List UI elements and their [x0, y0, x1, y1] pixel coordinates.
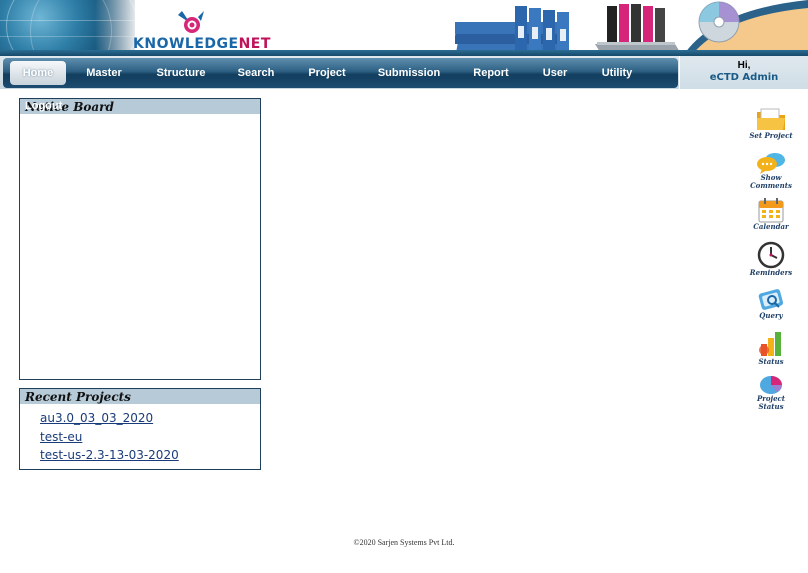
cd-graphic	[683, 0, 808, 56]
recent-projects-panel: Recent Projects au3.0_03_03_2020 test-eu…	[19, 388, 261, 470]
notice-board-panel: Notice Board Logout	[19, 98, 261, 380]
set-project-button[interactable]: Set Project	[748, 106, 794, 140]
header-banner: KNOWLEDGENET	[0, 0, 808, 56]
clock-icon	[757, 241, 785, 269]
nav-utility[interactable]: Utility	[592, 58, 642, 88]
main-navigation: Home Master Structure Search Project Sub…	[0, 56, 679, 89]
recent-projects-title: Recent Projects	[25, 390, 131, 404]
greeting-text: Hi,	[737, 60, 751, 71]
project-status-button[interactable]: Project Status	[748, 373, 794, 411]
user-name: eCTD Admin	[709, 72, 779, 83]
calendar-button[interactable]: Calendar	[748, 197, 794, 231]
folder-icon	[757, 108, 785, 130]
knowledgenet-logo-icon	[178, 11, 204, 33]
footer-copyright: ©2020 Sarjen Systems Pvt Ltd.	[353, 538, 455, 547]
recent-project-link[interactable]: au3.0_03_03_2020	[40, 411, 153, 425]
recent-project-link[interactable]: test-us-2.3-13-03-2020	[40, 448, 179, 462]
reminders-button[interactable]: Reminders	[748, 241, 794, 277]
laptop-files-graphic	[595, 4, 680, 52]
nav-search[interactable]: Search	[230, 58, 282, 88]
query-icon	[758, 289, 784, 310]
recent-projects-header: Recent Projects	[20, 389, 260, 404]
comments-icon	[757, 153, 785, 174]
binders-graphic	[455, 6, 569, 53]
nav-submission[interactable]: Submission	[370, 58, 448, 88]
nav-home[interactable]: Home	[10, 61, 66, 85]
query-button[interactable]: Query	[748, 286, 794, 320]
logout-link[interactable]: Logout	[25, 100, 62, 112]
nav-user[interactable]: User	[534, 58, 576, 88]
nav-report[interactable]: Report	[464, 58, 518, 88]
status-button[interactable]: Status	[748, 330, 794, 366]
pie-chart-icon	[760, 376, 782, 394]
recent-project-link[interactable]: test-eu	[40, 430, 82, 444]
notice-board-header: Notice Board Logout	[20, 99, 260, 114]
nav-project[interactable]: Project	[300, 58, 354, 88]
user-greeting: Hi, eCTD Admin	[680, 56, 808, 89]
status-chart-icon	[759, 332, 781, 356]
nav-structure[interactable]: Structure	[148, 58, 214, 88]
nav-master[interactable]: Master	[77, 58, 131, 88]
show-comments-button[interactable]: Show Comments	[748, 152, 794, 190]
calendar-icon	[758, 198, 784, 223]
